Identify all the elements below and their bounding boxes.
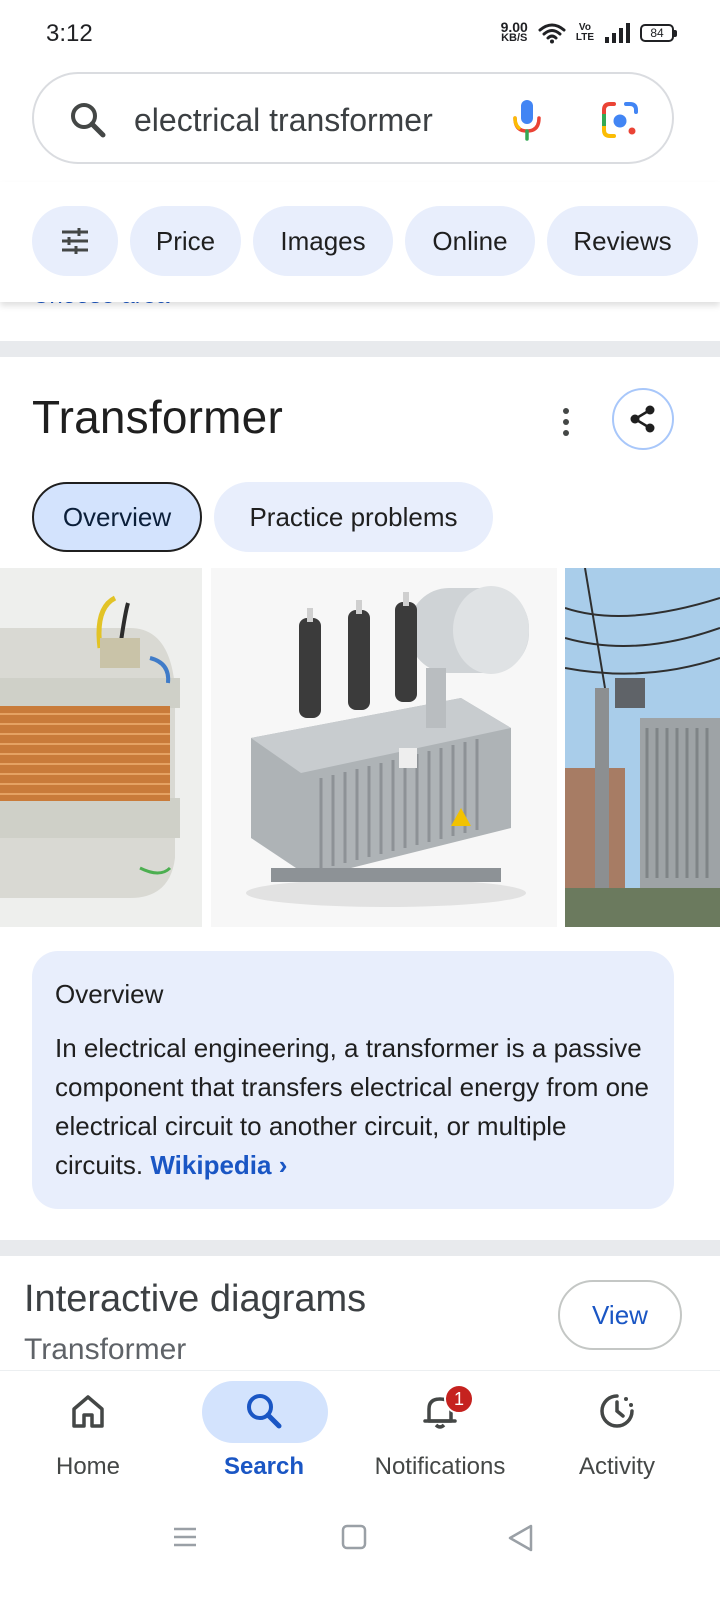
system-navigation-bar — [0, 1500, 720, 1600]
notifications-badge: 1 — [444, 1384, 474, 1414]
wikipedia-link-label: Wikipedia — [150, 1150, 272, 1180]
transformer-image-1[interactable] — [0, 568, 202, 927]
volte-icon: Vo LTE — [576, 23, 594, 43]
oil-transformer-image — [211, 568, 557, 927]
nav-home-label: Home — [55, 1453, 121, 1480]
share-button[interactable] — [612, 388, 674, 450]
back-triangle-icon[interactable] — [507, 1524, 535, 1552]
chip-online[interactable]: Online — [405, 206, 535, 276]
wikipedia-link[interactable]: Wikipedia › — [150, 1150, 287, 1180]
nav-search[interactable]: Search — [176, 1371, 352, 1501]
overview-text: In electrical engineering, a transformer… — [55, 1033, 649, 1180]
search-box[interactable]: electrical transformer — [32, 72, 674, 164]
overview-description: In electrical engineering, a transformer… — [55, 1029, 655, 1185]
coil-transformer-image — [0, 568, 202, 927]
google-lens-icon[interactable] — [600, 100, 640, 140]
recents-menu-icon[interactable] — [172, 1524, 198, 1550]
nav-home[interactable]: Home — [0, 1371, 176, 1501]
more-options-icon[interactable] — [556, 404, 576, 440]
view-button[interactable]: View — [558, 1280, 682, 1350]
nav-notifications-label: Notifications — [374, 1453, 506, 1480]
search-input[interactable]: electrical transformer — [134, 102, 433, 139]
knowledge-panel-title: Transformer — [32, 391, 283, 443]
wifi-icon — [538, 23, 566, 44]
nav-activity[interactable]: Activity — [529, 1371, 705, 1501]
home-icon — [72, 1395, 104, 1428]
tab-overview[interactable]: Overview — [32, 482, 202, 552]
nav-search-label: Search — [223, 1453, 305, 1480]
search-icon — [71, 103, 106, 138]
home-square-icon[interactable] — [341, 1524, 367, 1550]
nav-notifications[interactable]: Notifications — [352, 1371, 528, 1501]
interactive-diagrams-subtitle: Transformer — [24, 1333, 187, 1366]
bottom-navigation: Home Search Notifications Activity — [0, 1370, 720, 1500]
transformer-image-2[interactable] — [211, 568, 557, 927]
volte-bottom: LTE — [575, 32, 594, 43]
section-divider-2 — [0, 1240, 720, 1256]
transformer-image-3[interactable] — [565, 568, 720, 927]
nav-activity-label: Activity — [578, 1453, 655, 1480]
filter-chip-bar: Price Images Online Reviews — [0, 182, 720, 302]
share-icon — [630, 405, 655, 433]
interactive-diagrams-title: Interactive diagrams — [24, 1278, 367, 1320]
network-speed-unit: KB/S — [501, 32, 528, 44]
overview-heading: Overview — [55, 979, 164, 1009]
overview-card: Overview In electrical engineering, a tr… — [32, 951, 674, 1209]
tune-sliders-icon — [62, 228, 88, 254]
activity-icon — [600, 1394, 634, 1428]
mic-icon[interactable] — [512, 98, 542, 142]
network-speed: 9.00 KB/S — [501, 20, 528, 44]
status-time: 3:12 — [46, 20, 93, 47]
tab-practice-problems[interactable]: Practice problems — [214, 482, 493, 552]
substation-image — [565, 568, 720, 927]
filter-settings-chip[interactable] — [32, 206, 118, 276]
section-divider — [0, 341, 720, 357]
status-icons: 9.00 KB/S Vo LTE 84 — [501, 20, 677, 44]
chip-reviews[interactable]: Reviews — [547, 206, 698, 276]
status-bar: 3:12 9.00 KB/S Vo LTE 84 — [0, 0, 720, 70]
battery-icon: 84 — [640, 24, 677, 42]
cell-signal-icon — [605, 23, 630, 43]
chip-price[interactable]: Price — [130, 206, 241, 276]
chevron-right-icon: › — [278, 1150, 288, 1180]
search-icon — [247, 1394, 282, 1429]
chip-images[interactable]: Images — [253, 206, 393, 276]
